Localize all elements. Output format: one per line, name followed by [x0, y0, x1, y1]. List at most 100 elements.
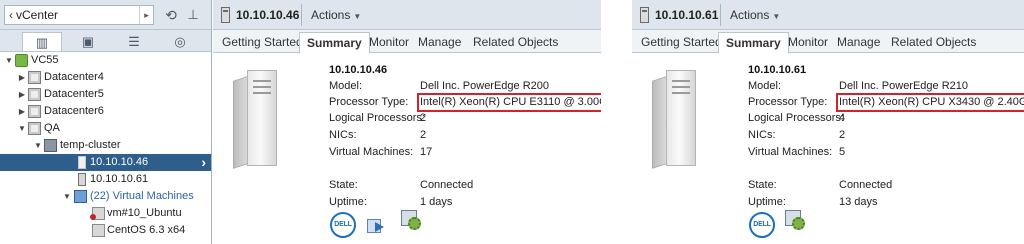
tab-related-objects[interactable]: Related Objects	[891, 32, 976, 53]
tree-item-virtual-machines[interactable]: ▼ (22) Virtual Machines	[0, 188, 211, 205]
tree-item-vc55[interactable]: ▼ VC55	[0, 52, 211, 69]
tab-getting-started[interactable]: Getting Started	[641, 32, 722, 53]
vms-templates-icon[interactable]: ▣	[68, 32, 108, 51]
host-summary-panel: 10.10.10.46 Actions ▼ Getting Started Sum…	[213, 0, 601, 244]
settings-icon[interactable]	[401, 210, 423, 232]
virtual-machines-label: Virtual Machines:	[329, 146, 414, 158]
tree-item-host[interactable]: 10.10.10.61	[0, 171, 211, 188]
object-tabs: Getting Started Summary Monitor Manage R…	[213, 30, 601, 54]
tree-item-label: Datacenter5	[44, 88, 104, 100]
navigator-toolbar: ‹ vCenter ▸ ⟲ ⊥	[0, 0, 211, 30]
processor-label: Processor Type:	[748, 96, 828, 108]
tab-monitor[interactable]: Monitor	[788, 32, 828, 53]
chevron-right-icon[interactable]: ›	[201, 154, 206, 171]
tree-item-label: QA	[44, 122, 60, 134]
tab-manage[interactable]: Manage	[837, 32, 880, 53]
tree-item-label: 10.10.10.46	[90, 156, 149, 168]
vm-error-icon	[90, 207, 105, 220]
caret-down-icon: ▼	[353, 12, 362, 21]
navigator-pane: ‹ vCenter ▸ ⟲ ⊥ ▥ ▣ ☰ ◎ ▼ VC55 ▶ Datacent…	[0, 0, 212, 244]
uptime-value: 13 days	[839, 196, 878, 208]
tree-item-vm[interactable]: vm#10_Ubuntu	[0, 205, 211, 222]
tree-item-vm[interactable]: CentOS 6.3 x64	[0, 222, 211, 239]
object-header: 10.10.10.46 Actions ▼	[213, 0, 601, 30]
tree-item-datacenter4[interactable]: ▶ Datacenter4	[0, 69, 211, 86]
datacenter-icon	[28, 71, 41, 84]
expand-toggle-icon[interactable]: ▼	[33, 137, 43, 154]
caret-down-icon: ▼	[772, 12, 781, 21]
tree-item-qa[interactable]: ▼ QA	[0, 120, 211, 137]
expand-toggle-icon[interactable]: ▶	[17, 86, 27, 103]
state-value: Connected	[839, 179, 893, 191]
highlight-box	[836, 93, 1024, 112]
expand-toggle-icon[interactable]: ▼	[62, 188, 72, 205]
logical-processors-label: Logical Processors:	[329, 112, 425, 124]
networking-icon[interactable]: ◎	[160, 32, 200, 51]
object-title: 10.10.10.61	[655, 8, 719, 22]
expand-toggle-icon[interactable]: ▶	[17, 69, 27, 86]
history-icon[interactable]: ⟲	[163, 7, 179, 23]
tree-item-datacenter5[interactable]: ▶ Datacenter5	[0, 86, 211, 103]
datacenter-icon	[28, 105, 41, 118]
logical-processors-value: 2	[420, 112, 427, 124]
uptime-label: Uptime:	[329, 196, 367, 208]
tab-summary[interactable]: Summary	[718, 32, 789, 54]
tree-item-label: VC55	[31, 54, 59, 66]
dell-logo-icon[interactable]: DELL	[749, 212, 775, 238]
tab-monitor[interactable]: Monitor	[369, 32, 409, 53]
uptime-label: Uptime:	[748, 196, 786, 208]
actions-menu[interactable]: Actions ▼	[730, 0, 780, 32]
tree-item-host-selected[interactable]: 10.10.10.46 ›	[0, 154, 211, 171]
state-value: Connected	[420, 179, 474, 191]
tree-item-label: vm#10_Ubuntu	[107, 207, 182, 219]
nics-value: 2	[420, 129, 427, 141]
expand-toggle-icon[interactable]: ▼	[17, 120, 27, 137]
actions-menu[interactable]: Actions ▼	[311, 0, 361, 32]
host-name: 10.10.10.61	[748, 64, 807, 76]
expand-toggle-icon[interactable]: ▼	[4, 52, 14, 69]
state-label: State:	[329, 179, 358, 191]
highlight-box	[417, 93, 601, 112]
tab-getting-started[interactable]: Getting Started	[222, 32, 303, 53]
settings-icon[interactable]	[785, 210, 807, 232]
processor-label: Processor Type:	[329, 96, 409, 108]
host-icon	[640, 7, 649, 23]
back-arrow-icon[interactable]: ‹	[9, 8, 13, 22]
dell-logo-icon[interactable]: DELL	[330, 212, 356, 238]
vm-folder-icon	[74, 190, 87, 203]
header-divider	[720, 4, 721, 26]
tree-item-datacenter6[interactable]: ▶ Datacenter6	[0, 103, 211, 120]
tree-item-label: Datacenter4	[44, 71, 104, 83]
tree-item-label: (22) Virtual Machines	[90, 190, 194, 202]
navigator-history-back[interactable]: ‹ vCenter ▸	[4, 5, 154, 25]
export-icon[interactable]	[367, 216, 387, 236]
cluster-icon	[44, 139, 57, 152]
nics-label: NICs:	[329, 129, 357, 141]
object-title: 10.10.10.46	[236, 8, 300, 22]
navigator-title: vCenter	[16, 8, 59, 22]
tab-related-objects[interactable]: Related Objects	[473, 32, 558, 53]
model-label: Model:	[748, 80, 782, 92]
tab-manage[interactable]: Manage	[418, 32, 461, 53]
host-icon	[221, 7, 230, 23]
model-label: Model:	[329, 80, 363, 92]
virtual-machines-label: Virtual Machines:	[748, 146, 833, 158]
actions-label: Actions	[730, 8, 770, 22]
virtual-machines-value: 17	[420, 146, 433, 158]
vm-icon	[92, 224, 105, 237]
host-name: 10.10.10.46	[329, 64, 388, 76]
expand-toggle-icon[interactable]: ▶	[17, 103, 27, 120]
tree-item-label: temp-cluster	[60, 139, 121, 151]
host-icon	[78, 173, 86, 186]
pin-icon[interactable]: ⊥	[186, 7, 200, 23]
tree-item-label: Datacenter6	[44, 105, 104, 117]
nics-label: NICs:	[748, 129, 776, 141]
hosts-clusters-icon[interactable]: ▥	[22, 32, 62, 51]
history-dropdown-icon[interactable]: ▸	[139, 6, 153, 24]
actions-label: Actions	[311, 8, 351, 22]
navigator-tab-bar: ▥ ▣ ☰ ◎	[0, 30, 211, 52]
tree-item-temp-cluster[interactable]: ▼ temp-cluster	[0, 137, 211, 154]
tab-summary[interactable]: Summary	[299, 32, 370, 54]
virtual-machines-value: 5	[839, 146, 846, 158]
storage-icon[interactable]: ☰	[114, 32, 154, 51]
